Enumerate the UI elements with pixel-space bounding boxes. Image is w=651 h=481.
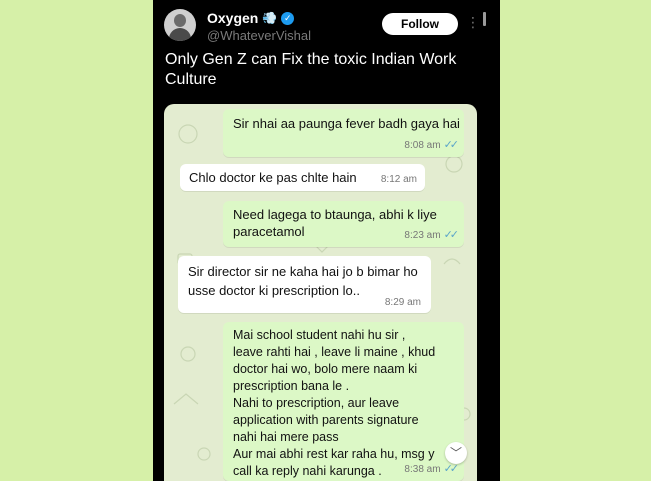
scrollbar-thumb[interactable] [483,12,486,26]
avatar[interactable] [164,9,196,41]
message-time: 8:38 am [404,464,441,475]
read-receipt-icon: ✓✓ [443,229,460,241]
wind-emoji-icon: 💨 [262,11,278,25]
message-bubble-outgoing[interactable]: Mai school student nahi hu sir , leave r… [223,322,464,481]
user-handle[interactable]: @WhateverVishal [207,28,311,43]
message-text: Sir nhai aa paunga fever badh gaya hai [233,116,460,131]
whatsapp-chat-screenshot: Sir nhai aa paunga fever badh gaya hai 8… [164,104,477,481]
message-meta: 8:23 am ✓✓ [404,227,460,244]
message-time: 8:23 am [404,230,441,241]
tweet-header: Oxygen 💨 ✓ @WhateverVishal Follow ⋮ [153,0,500,50]
message-bubble-outgoing[interactable]: Need lagega to btaunga, abhi k liye para… [223,201,464,247]
name-row: Oxygen 💨 ✓ [207,10,295,26]
message-text: Mai school student nahi hu sir , leave r… [233,328,436,478]
scroll-down-chevron-icon[interactable]: ﹀ [445,442,467,464]
avatar-body-shape [169,28,191,41]
message-meta: 8:38 am ✓✓ [404,461,460,478]
message-time: 8:12 am [380,174,417,185]
verified-badge-icon: ✓ [281,11,295,25]
message-bubble-incoming[interactable]: Chlo doctor ke pas chlte hain 8:12 am [180,164,425,191]
read-receipt-icon: ✓✓ [443,463,460,475]
tweet-text: Only Gen Z can Fix the toxic Indian Work… [165,51,457,88]
message-time: 8:08 am [404,140,441,151]
message-time: 8:29 am [384,297,421,308]
message-meta: 8:08 am ✓✓ [404,137,460,154]
message-bubble-outgoing[interactable]: Sir nhai aa paunga fever badh gaya hai 8… [223,109,464,157]
avatar-head-shape [174,14,186,27]
follow-button[interactable]: Follow [382,13,458,35]
more-options-icon[interactable]: ⋮ [466,13,480,31]
message-text: Chlo doctor ke pas chlte hain [189,170,357,185]
display-name[interactable]: Oxygen [207,10,258,26]
tweet-card: Oxygen 💨 ✓ @WhateverVishal Follow ⋮ Only… [153,0,500,481]
message-bubble-incoming[interactable]: Sir director sir ne kaha hai jo b bimar … [178,256,431,313]
read-receipt-icon: ✓✓ [443,139,460,151]
